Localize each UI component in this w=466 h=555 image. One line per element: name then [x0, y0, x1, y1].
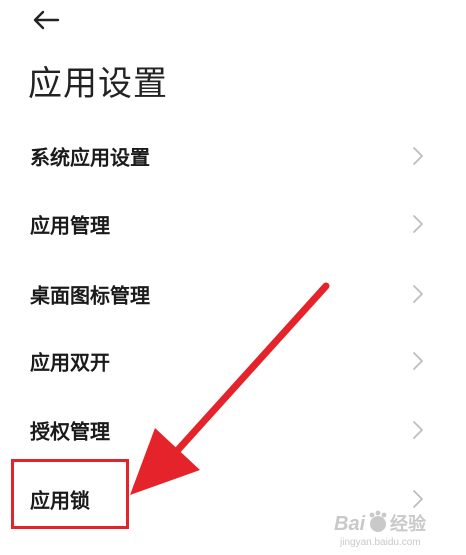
menu-item-label: 应用双开	[30, 350, 110, 375]
page-title: 应用设置	[28, 64, 168, 104]
back-button[interactable]	[28, 6, 62, 34]
chevron-right-icon	[412, 489, 424, 509]
menu-item-label: 系统应用设置	[30, 145, 150, 170]
menu-item-dual-apps[interactable]: 应用双开	[0, 327, 466, 395]
svg-text:jingyan.baidu.com: jingyan.baidu.com	[339, 537, 421, 548]
menu-item-app-management[interactable]: 应用管理	[0, 190, 466, 258]
menu-item-label: 应用管理	[30, 213, 110, 238]
menu-item-label: 授权管理	[30, 419, 110, 444]
chevron-right-icon	[412, 351, 424, 371]
menu-item-label: 桌面图标管理	[30, 283, 150, 308]
chevron-right-icon	[412, 146, 424, 166]
chevron-right-icon	[412, 284, 424, 304]
back-arrow-icon	[33, 10, 60, 30]
menu-item-desktop-icon-management[interactable]: 桌面图标管理	[0, 260, 466, 328]
menu-item-app-lock[interactable]: 应用锁	[0, 465, 466, 533]
chevron-right-icon	[412, 214, 424, 234]
menu-item-label: 应用锁	[30, 488, 90, 513]
chevron-right-icon	[412, 420, 424, 440]
menu-item-permission-management[interactable]: 授权管理	[0, 396, 466, 464]
menu-item-system-app-settings[interactable]: 系统应用设置	[0, 122, 466, 190]
